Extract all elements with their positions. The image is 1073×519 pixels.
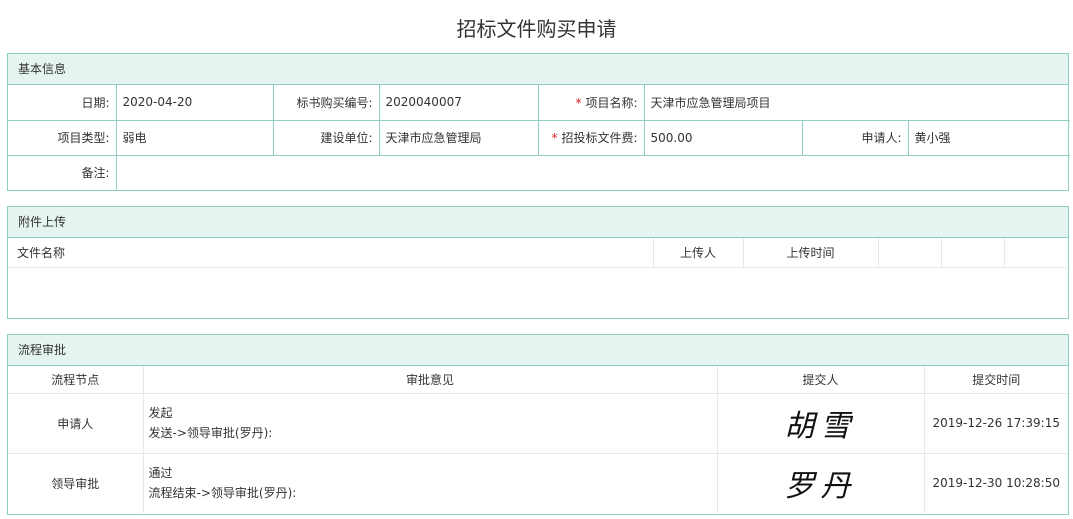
fee-label-cell: * 招投标文件费: <box>538 120 645 156</box>
flow-node: 申请人 <box>8 393 144 454</box>
table-row: 领导审批 通过 流程结束->领导审批(罗丹): 罗丹 2019-12-30 10… <box>8 453 1068 513</box>
opinion-line: 发送->领导审批(罗丹): <box>148 426 273 440</box>
builder-value: 天津市应急管理局 <box>379 120 539 156</box>
applicant-value: 黄小强 <box>908 120 1070 156</box>
flow-header-row: 流程节点 审批意见 提交人 提交时间 <box>8 366 1068 394</box>
flow-opinion: 发起 发送->领导审批(罗丹): <box>143 393 718 454</box>
col-extra-1 <box>878 238 942 268</box>
info-row: 备注: <box>8 155 1070 190</box>
attachments-table: 文件名称 上传人 上传时间 <box>8 238 1070 317</box>
flow-opinion: 通过 流程结束->领导审批(罗丹): <box>143 453 718 513</box>
submit-time: 2019-12-30 10:28:50 <box>932 476 1060 491</box>
signature-text: 胡雪 <box>784 409 857 444</box>
fee-label: 招投标文件费: <box>561 131 638 145</box>
submitter-signature: 罗丹 <box>717 453 925 513</box>
flow-header: 流程审批 <box>8 335 1068 366</box>
required-mark: * <box>575 95 582 110</box>
col-uploader: 上传人 <box>653 238 744 268</box>
signature-text: 罗丹 <box>784 469 857 505</box>
info-row: 项目类型: 弱电 建设单位: 天津市应急管理局 * 招投标文件费: 500.00 … <box>8 120 1070 156</box>
col-file-name: 文件名称 <box>8 238 654 268</box>
project-name-label-cell: * 项目名称: <box>538 85 645 121</box>
opinion-line: 发起 <box>148 406 173 420</box>
submitter-signature: 胡雪 <box>717 393 925 454</box>
bid-no-value: 2020040007 <box>379 85 539 121</box>
attachments-panel: 附件上传 文件名称 上传人 上传时间 <box>7 206 1070 319</box>
attachments-empty-row <box>8 267 1070 317</box>
fee-value: 500.00 <box>644 120 803 156</box>
project-name-label: 项目名称: <box>585 95 638 110</box>
opinion-line: 通过 <box>148 466 173 481</box>
attachments-header: 附件上传 <box>8 207 1068 238</box>
project-type-value: 弱电 <box>116 120 274 156</box>
project-name-value: 天津市应急管理局项目 <box>644 85 1070 121</box>
date-label: 日期: <box>8 85 117 121</box>
info-row: 日期: 2020-04-20 标书购买编号: 2020040007 * 项目名称:… <box>8 85 1070 121</box>
remark-label: 备注: <box>8 155 117 190</box>
basic-info-table: 日期: 2020-04-20 标书购买编号: 2020040007 * 项目名称:… <box>8 85 1070 190</box>
remark-value <box>116 155 1070 190</box>
basic-info-panel: 基本信息 日期: 2020-04-20 标书购买编号: 2020040007 *… <box>7 53 1070 191</box>
col-extra-2 <box>941 238 1005 268</box>
applicant-label: 申请人: <box>802 120 909 156</box>
col-extra-3 <box>1004 238 1070 268</box>
page-title: 招标文件购买申请 <box>456 17 617 41</box>
required-mark: * <box>551 131 558 145</box>
col-submitter: 提交人 <box>717 366 925 394</box>
opinion-line: 流程结束->领导审批(罗丹): <box>148 486 297 501</box>
submit-time: 2019-12-26 17:39:15 <box>924 393 1068 454</box>
flow-table: 流程节点 审批意见 提交人 提交时间 申请人 发起 发送->领导审批(罗丹): … <box>8 366 1068 513</box>
flow-panel: 流程审批 流程节点 审批意见 提交人 提交时间 申请人 发起 发送->领导审批(… <box>7 334 1069 515</box>
bid-no-label: 标书购买编号: <box>273 85 380 121</box>
col-upload-time: 上传时间 <box>743 238 879 268</box>
attachments-header-row: 文件名称 上传人 上传时间 <box>8 238 1070 268</box>
col-submit-time: 提交时间 <box>924 366 1068 394</box>
project-type-label: 项目类型: <box>8 120 117 156</box>
basic-info-header: 基本信息 <box>8 54 1068 85</box>
table-row: 申请人 发起 发送->领导审批(罗丹): 胡雪 2019-12-26 17:39… <box>8 393 1068 454</box>
builder-label: 建设单位: <box>273 120 380 156</box>
date-value: 2020-04-20 <box>116 85 274 121</box>
flow-node: 领导审批 <box>8 453 144 513</box>
col-opinion: 审批意见 <box>143 366 718 394</box>
col-node: 流程节点 <box>8 366 144 394</box>
